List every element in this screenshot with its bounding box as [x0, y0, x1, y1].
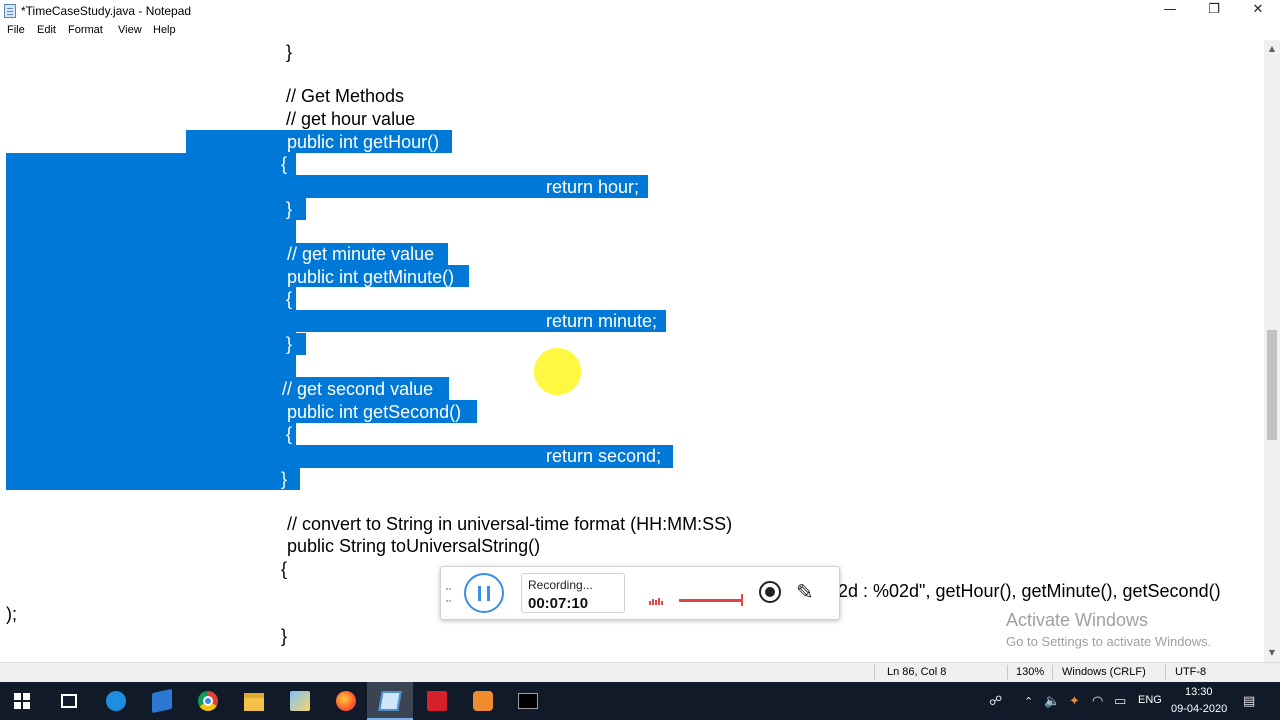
chrome-icon [198, 691, 218, 711]
photos-icon [290, 691, 310, 711]
menu-edit[interactable]: Edit [37, 24, 56, 36]
encoding: UTF-8 [1175, 666, 1207, 678]
selection-highlight [296, 468, 300, 490]
code-line: // convert to String in universal-time f… [287, 514, 733, 534]
menu-format[interactable]: Format [68, 24, 103, 36]
code-line: } [281, 469, 288, 489]
code-line: { [281, 154, 288, 174]
start-button[interactable] [0, 682, 46, 720]
menu-file[interactable]: File [7, 24, 25, 36]
windows-logo-icon [14, 693, 30, 709]
code-line: // get minute value [287, 244, 435, 264]
cursor-highlight [534, 348, 581, 395]
firefox-button[interactable] [323, 682, 369, 720]
vertical-scrollbar[interactable]: ▲ ▼ [1264, 40, 1280, 662]
pause-icon [478, 586, 481, 601]
code-line: // Get Methods [286, 86, 405, 106]
code-line: } [286, 334, 293, 354]
code-line: } [281, 626, 288, 646]
recording-status: Recording... 00:07:10 [521, 573, 625, 613]
volume-icon[interactable]: 🔈 [1044, 694, 1060, 709]
activate-windows-title: Activate Windows [1006, 610, 1149, 630]
menu-bar: File Edit Format View Help [0, 22, 1280, 40]
terminal-button[interactable] [505, 682, 551, 720]
activate-windows-subtitle: Go to Settings to activate Windows. [1006, 634, 1212, 649]
title-bar[interactable]: *TimeCaseStudy.java - Notepad — ❐ ✕ [0, 0, 1280, 22]
recording-time: 00:07:10 [528, 595, 589, 612]
pencil-icon[interactable]: ✎ [796, 580, 814, 604]
scroll-up-icon[interactable]: ▲ [1264, 42, 1280, 56]
pause-button[interactable] [464, 573, 504, 613]
notepad-icon [378, 691, 402, 711]
restore-button[interactable]: ❐ [1192, 0, 1236, 22]
selection-highlight [6, 153, 296, 490]
notepad-button[interactable] [367, 682, 413, 720]
code-line: ); [6, 604, 17, 624]
menu-help[interactable]: Help [153, 24, 176, 36]
language-indicator[interactable]: ENG [1138, 694, 1162, 706]
people-icon[interactable]: ☍ [989, 694, 1002, 709]
edge-icon [106, 691, 126, 711]
line-ending: Windows (CRLF) [1062, 666, 1146, 678]
scroll-thumb[interactable] [1267, 330, 1277, 440]
code-line: return minute; [546, 311, 658, 331]
pause-icon [487, 586, 490, 601]
battery-icon[interactable]: ▭ [1114, 694, 1126, 709]
selection-highlight [296, 333, 306, 355]
volume-slider[interactable] [679, 594, 743, 606]
cursor-position: Ln 86, Col 8 [887, 666, 947, 678]
code-line: { [286, 424, 293, 444]
status-bar: Ln 86, Col 8 130% Windows (CRLF) UTF-8 [0, 662, 1280, 682]
store-icon [152, 688, 172, 714]
notepad-icon [4, 4, 16, 18]
code-line: return hour; [546, 177, 640, 197]
photos-button[interactable] [277, 682, 323, 720]
acrobat-button[interactable] [414, 682, 460, 720]
terminal-icon [518, 693, 538, 709]
app-tray-icon[interactable]: ✦ [1069, 694, 1080, 709]
chevron-up-icon[interactable]: ⌃ [1024, 695, 1033, 708]
file-explorer-button[interactable] [231, 682, 277, 720]
presentation-icon [473, 691, 493, 711]
task-view-button[interactable] [46, 682, 92, 720]
drag-handle-icon[interactable] [446, 588, 451, 602]
code-line: public String toUniversalString() [287, 536, 541, 556]
code-line: return second; [546, 446, 662, 466]
code-line: } [286, 42, 293, 62]
wifi-icon[interactable]: ◠ [1092, 694, 1103, 709]
audio-level-icon [649, 587, 665, 605]
code-line: public int getMinute() [287, 267, 455, 287]
chrome-button[interactable] [185, 682, 231, 720]
scroll-down-icon[interactable]: ▼ [1264, 646, 1280, 660]
presentation-button[interactable] [460, 682, 506, 720]
folder-icon [244, 693, 264, 711]
clock-time[interactable]: 13:30 [1185, 686, 1213, 698]
taskbar: ☍ ⌃ 🔈 ✦ ◠ ▭ ENG 13:30 09-04-2020 ▤ [0, 682, 1280, 720]
code-line: // get hour value [286, 109, 416, 129]
store-button[interactable] [139, 682, 185, 720]
notifications-icon[interactable]: ▤ [1243, 694, 1255, 709]
code-line: { [281, 559, 288, 579]
code-line: public int getSecond() [287, 402, 462, 422]
firefox-icon [336, 691, 356, 711]
edge-button[interactable] [93, 682, 139, 720]
zoom-level: 130% [1016, 666, 1045, 678]
code-line: public int getHour() [287, 132, 440, 152]
webcam-icon[interactable] [759, 581, 781, 603]
window-title: *TimeCaseStudy.java - Notepad [21, 4, 192, 18]
minimize-button[interactable]: — [1148, 0, 1192, 22]
pdf-icon [427, 691, 447, 711]
task-view-icon [61, 694, 77, 708]
recording-label: Recording... [528, 578, 593, 592]
close-button[interactable]: ✕ [1236, 0, 1280, 22]
code-line: } [286, 199, 293, 219]
menu-view[interactable]: View [118, 24, 142, 36]
code-line: // get second value [282, 379, 434, 399]
selection-highlight [296, 198, 306, 220]
recording-toolbar[interactable]: Recording... 00:07:10 ✎ [440, 566, 840, 620]
clock-date[interactable]: 09-04-2020 [1171, 703, 1227, 715]
code-line: { [286, 289, 293, 309]
code-line: 2d : %02d", getHour(), getMinute(), getS… [838, 581, 1221, 601]
